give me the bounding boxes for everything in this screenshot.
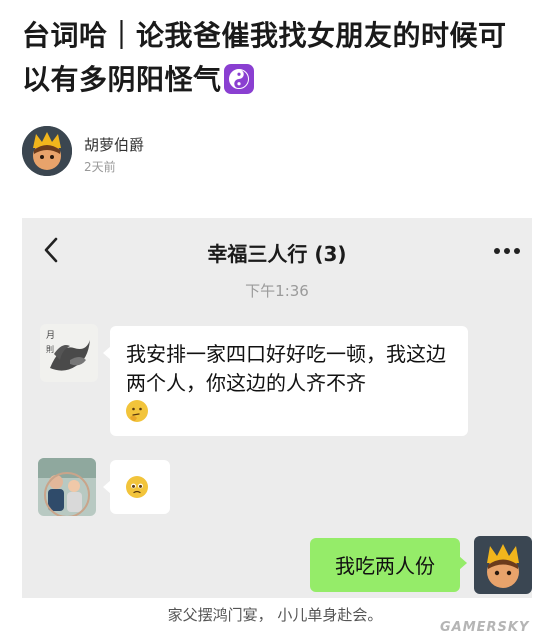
sender-avatar[interactable]: 月 則 xyxy=(40,324,98,382)
message-bubble[interactable]: 我吃两人份 xyxy=(310,538,467,592)
sender-avatar[interactable] xyxy=(38,458,96,516)
message-timestamp: 下午1:36 xyxy=(245,282,309,300)
post-time: 2天前 xyxy=(84,160,116,174)
message-text: 我吃两人份 xyxy=(335,554,435,578)
yin-yang-icon xyxy=(223,64,254,94)
message-bubble[interactable] xyxy=(103,460,170,514)
post-title: 台词哈｜论我爸催我找女朋友的时候可以有多阴阳怪气 xyxy=(22,14,532,102)
message-bubble[interactable]: 我安排一家四口好好吃一顿，我这边两个人，你这边的人齐不齐 xyxy=(103,326,468,436)
more-options-icon[interactable] xyxy=(492,246,522,256)
watermark: GAMERSKY xyxy=(440,620,530,635)
pleading-face-icon xyxy=(126,476,148,498)
own-avatar[interactable] xyxy=(474,536,532,594)
chat-header: 幸福三人行 (3) xyxy=(22,218,532,280)
thinking-face-icon xyxy=(126,400,148,422)
author-avatar[interactable] xyxy=(22,126,72,176)
svg-text:月: 月 xyxy=(46,330,55,341)
svg-text:則: 則 xyxy=(46,345,54,354)
chat-screenshot: 幸福三人行 (3) 下午1:36 月 則 我安排一家四口好好吃一顿，我这边两个人… xyxy=(22,218,532,598)
author-name[interactable]: 胡萝伯爵 xyxy=(84,134,144,155)
chat-title: 幸福三人行 (3) xyxy=(207,242,347,266)
message-text: 我安排一家四口好好吃一顿，我这边两个人，你这边的人齐不齐 xyxy=(126,342,446,395)
post-title-text: 台词哈｜论我爸催我找女朋友的时候可以有多阴阳怪气 xyxy=(22,19,507,96)
